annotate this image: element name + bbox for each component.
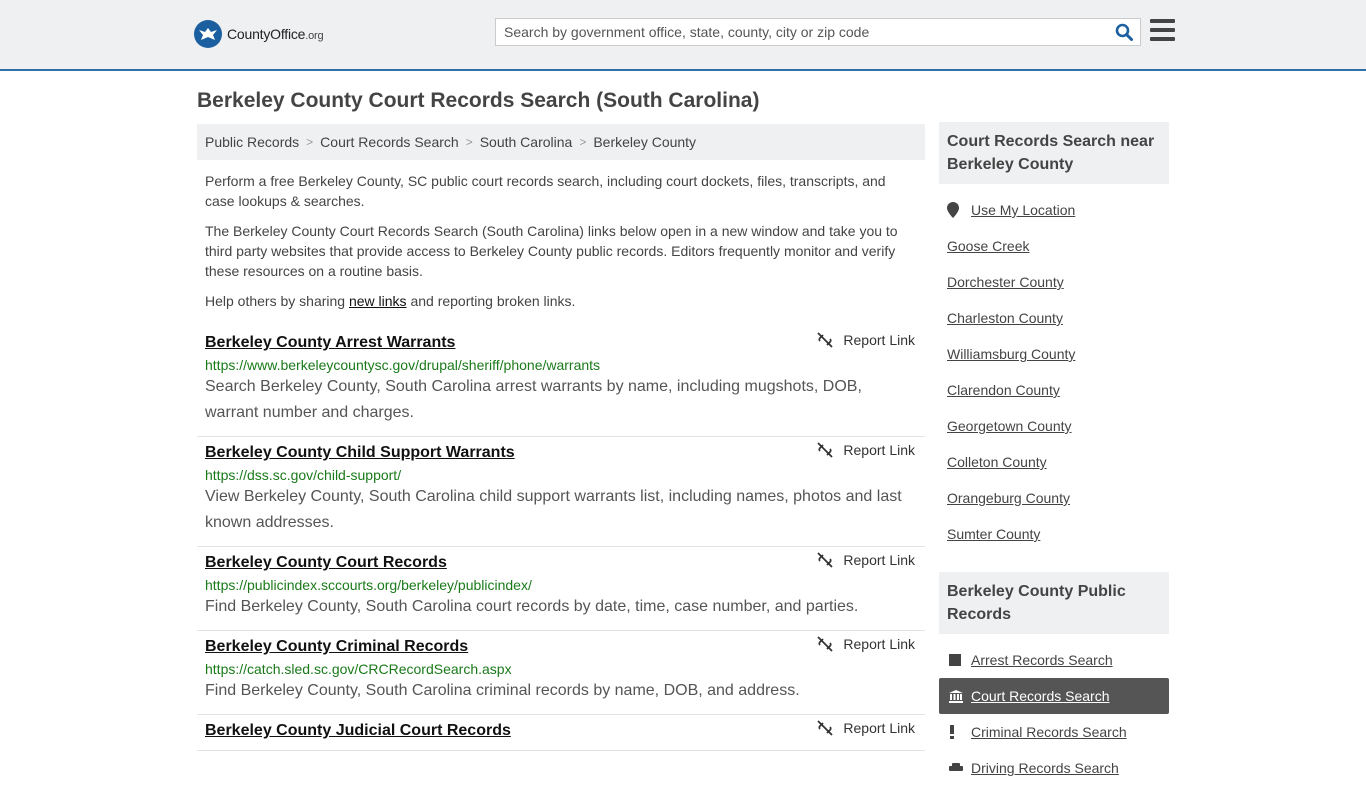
result-title-link[interactable]: Berkeley County Criminal Records	[205, 638, 468, 656]
nearby-link[interactable]: Orangeburg County	[947, 480, 1169, 516]
breadcrumb-state[interactable]: South Carolina	[480, 134, 573, 150]
result-description: Find Berkeley County, South Carolina cri…	[205, 682, 800, 699]
result-item: Berkeley County Arrest Warrants https://…	[197, 327, 925, 437]
square-icon	[949, 654, 971, 666]
nearby-link[interactable]: Georgetown County	[947, 408, 1169, 444]
nearby-link[interactable]: Williamsburg County	[947, 336, 1169, 372]
nearby-link[interactable]: Sumter County	[947, 516, 1169, 552]
report-link-button[interactable]: Report Link	[817, 332, 915, 348]
exclamation-icon	[949, 725, 971, 739]
result-url: https://catch.sled.sc.gov/CRCRecordSearc…	[205, 661, 512, 677]
page-title: Berkeley County Court Records Search (So…	[197, 89, 760, 112]
result-description: View Berkeley County, South Carolina chi…	[205, 488, 902, 531]
report-link-button[interactable]: Report Link	[817, 552, 915, 568]
result-title-link[interactable]: Berkeley County Child Support Warrants	[205, 444, 515, 462]
nearby-link[interactable]: Charleston County	[947, 300, 1169, 336]
car-icon	[949, 763, 971, 773]
courthouse-icon	[949, 689, 971, 703]
search-bar	[495, 18, 1141, 46]
eagle-seal-icon	[194, 20, 222, 48]
broken-link-icon	[817, 442, 834, 458]
result-description: Find Berkeley County, South Carolina cou…	[205, 598, 859, 615]
chevron-right-icon: >	[579, 135, 587, 149]
intro-paragraph-1: Perform a free Berkeley County, SC publi…	[205, 173, 886, 209]
intro-text: Perform a free Berkeley County, SC publi…	[205, 171, 915, 321]
intro-paragraph-3: Help others by sharing new links and rep…	[205, 293, 576, 309]
nearby-link[interactable]: Goose Creek	[947, 228, 1169, 264]
nearby-link[interactable]: Colleton County	[947, 444, 1169, 480]
result-url: https://dss.sc.gov/child-support/	[205, 467, 402, 483]
result-title-link[interactable]: Berkeley County Judicial Court Records	[205, 722, 511, 740]
nearby-link[interactable]: Dorchester County	[947, 264, 1169, 300]
result-url: https://publicindex.sccourts.org/berkele…	[205, 577, 532, 593]
result-description: Search Berkeley County, South Carolina a…	[205, 378, 862, 421]
chevron-right-icon: >	[306, 135, 314, 149]
site-logo[interactable]: CountyOffice.org	[194, 20, 324, 48]
result-item: Berkeley County Judicial Court Records R…	[197, 715, 925, 751]
intro-paragraph-2: The Berkeley County Court Records Search…	[205, 223, 898, 279]
search-button[interactable]	[1108, 19, 1140, 45]
result-item: Berkeley County Child Support Warrants h…	[197, 437, 925, 547]
results-list: Berkeley County Arrest Warrants https://…	[197, 327, 925, 751]
new-links-link[interactable]: new links	[349, 293, 407, 309]
nearby-list: Use My Location Goose Creek Dorchester C…	[939, 184, 1169, 552]
report-link-button[interactable]: Report Link	[817, 720, 915, 736]
site-header: CountyOffice.org	[0, 0, 1366, 71]
sidebar: Court Records Search near Berkeley Count…	[939, 122, 1169, 786]
nearby-heading: Court Records Search near Berkeley Count…	[939, 122, 1169, 184]
broken-link-icon	[817, 332, 834, 348]
public-record-driving[interactable]: Driving Records Search	[939, 750, 1169, 786]
breadcrumb: Public Records > Court Records Search > …	[197, 124, 925, 160]
broken-link-icon	[817, 552, 834, 568]
result-title-link[interactable]: Berkeley County Arrest Warrants	[205, 334, 455, 352]
result-title-link[interactable]: Berkeley County Court Records	[205, 554, 447, 572]
result-item: Berkeley County Criminal Records https:/…	[197, 631, 925, 715]
public-records-heading: Berkeley County Public Records	[939, 572, 1169, 634]
breadcrumb-county[interactable]: Berkeley County	[593, 134, 696, 150]
search-icon	[1115, 23, 1133, 41]
public-record-criminal[interactable]: Criminal Records Search	[939, 714, 1169, 750]
breadcrumb-court-records[interactable]: Court Records Search	[320, 134, 459, 150]
hamburger-menu-icon[interactable]	[1150, 19, 1175, 41]
public-record-court[interactable]: Court Records Search	[939, 678, 1169, 714]
chevron-right-icon: >	[465, 135, 473, 149]
broken-link-icon	[817, 636, 834, 652]
report-link-button[interactable]: Report Link	[817, 636, 915, 652]
breadcrumb-public-records[interactable]: Public Records	[205, 134, 299, 150]
public-record-arrest[interactable]: Arrest Records Search	[939, 642, 1169, 678]
nearby-link[interactable]: Clarendon County	[947, 372, 1169, 408]
search-input[interactable]	[496, 19, 1108, 45]
map-pin-icon	[947, 202, 971, 218]
result-item: Berkeley County Court Records https://pu…	[197, 547, 925, 631]
broken-link-icon	[817, 720, 834, 736]
logo-wordmark: CountyOffice.org	[227, 26, 324, 42]
use-my-location-link[interactable]: Use My Location	[947, 192, 1169, 228]
report-link-button[interactable]: Report Link	[817, 442, 915, 458]
result-url: https://www.berkeleycountysc.gov/drupal/…	[205, 357, 601, 373]
public-records-list: Arrest Records Search Court Records Sear…	[939, 634, 1169, 786]
